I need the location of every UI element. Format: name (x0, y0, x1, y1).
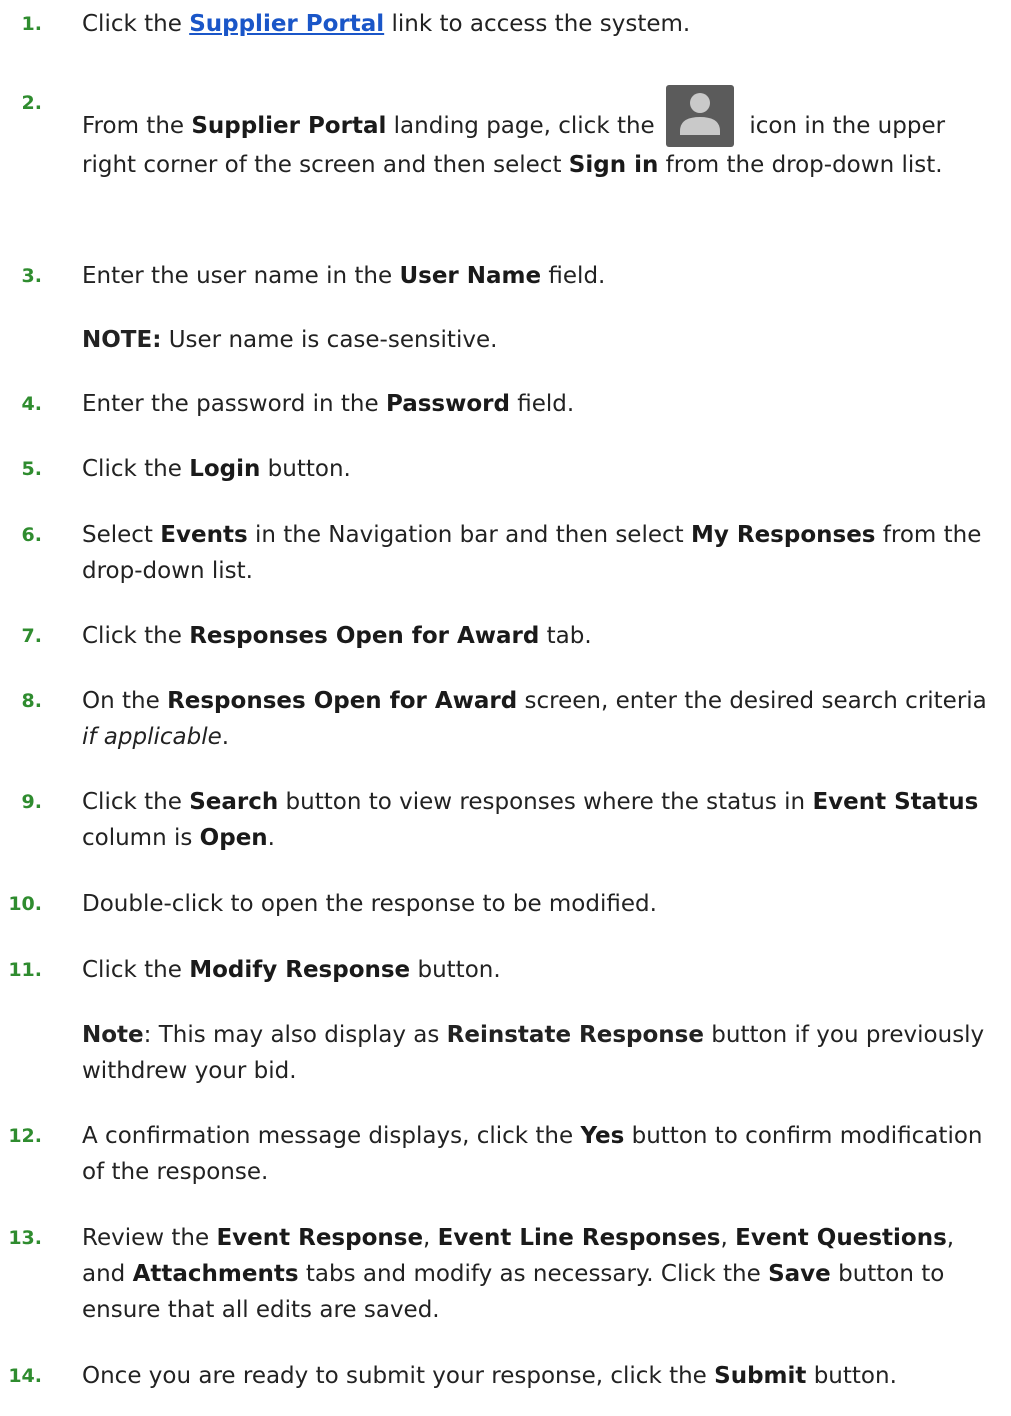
text-run: landing page, click the (386, 113, 663, 139)
bold-term: Search (189, 789, 279, 815)
step-text: Click the Modify Response button. (82, 952, 987, 988)
instruction-document: 1. Click the Supplier Portal link to acc… (0, 0, 1011, 1416)
text-run: Click the (82, 623, 190, 649)
text-run: Click the (82, 789, 190, 815)
bold-term: My Responses (690, 522, 876, 548)
text-run: Click the (82, 11, 190, 37)
step-text: Select Events in the Navigation bar and … (82, 517, 987, 589)
text-run: column is (82, 825, 200, 851)
step-number: 13. (8, 1227, 42, 1249)
bold-term: User Name (399, 263, 542, 289)
user-avatar-icon (666, 85, 735, 147)
note-label: Note (82, 1022, 144, 1048)
text-run: Enter the password in the (82, 391, 386, 417)
bold-term: Supplier Portal (191, 113, 387, 139)
text-run: Review the (82, 1225, 217, 1251)
step-text: Click the Supplier Portal link to access… (82, 6, 987, 42)
step-text: From the Supplier Portal landing page, c… (82, 85, 987, 183)
bold-term: Password (385, 391, 510, 417)
step-text: Double-click to open the response to be … (82, 886, 987, 922)
step-text: Click the Search button to view response… (82, 784, 987, 856)
bold-term: Reinstate Response (446, 1022, 704, 1048)
step-text: Click the Login button. (82, 451, 987, 487)
text-run: tabs and modify as necessary. Click the (298, 1261, 769, 1287)
text-run: field. (509, 391, 575, 417)
text-run: A confirmation message displays, click t… (82, 1123, 581, 1149)
bold-term: Login (189, 456, 261, 482)
bold-term: Save (768, 1261, 831, 1287)
text-run: Once you are ready to submit your respon… (82, 1363, 715, 1389)
text-run: button to view responses where the statu… (278, 789, 813, 815)
text-run: button. (260, 456, 351, 482)
bold-term: Submit (714, 1363, 807, 1389)
text-run: button. (410, 957, 501, 983)
step-number: 9. (21, 791, 42, 813)
bold-term: Yes (580, 1123, 625, 1149)
bold-term: Events (160, 522, 248, 548)
step-number: 12. (8, 1125, 42, 1147)
text-run: link to access the system. (384, 11, 691, 37)
text-run: in the Navigation bar and then select (247, 522, 691, 548)
step-number: 8. (21, 690, 42, 712)
step-text: A confirmation message displays, click t… (82, 1118, 987, 1190)
step-text: Review the Event Response, Event Line Re… (82, 1220, 987, 1328)
step-text: Once you are ready to submit your respon… (82, 1358, 987, 1394)
text-run: Double-click to open the response to be … (82, 891, 657, 917)
step-number: 1. (21, 13, 42, 35)
bold-term: Open (199, 825, 268, 851)
bold-term: Event Questions (735, 1225, 947, 1251)
bold-term: Sign in (568, 152, 659, 178)
bold-term: Attachments (132, 1261, 299, 1287)
text-run: field. (541, 263, 606, 289)
note-case-sensitive: NOTE: User name is case-sensitive. (82, 322, 987, 358)
note-text: User name is case-sensitive. (161, 327, 498, 353)
note-text: : This may also display as (143, 1022, 447, 1048)
text-run: button. (806, 1363, 897, 1389)
bold-term: Event Response (216, 1225, 424, 1251)
step-text: On the Responses Open for Award screen, … (82, 683, 987, 755)
text-run: Select (82, 522, 161, 548)
text-run: screen, enter the desired search criteri… (517, 688, 987, 714)
step-number: 14. (8, 1365, 42, 1387)
text-run: From the (82, 113, 192, 139)
bold-term: Modify Response (189, 957, 411, 983)
step-number: 2. (21, 92, 42, 114)
text-run: On the (82, 688, 168, 714)
step-number: 10. (8, 893, 42, 915)
bold-term: Event Line Responses (437, 1225, 721, 1251)
step-number: 11. (8, 959, 42, 981)
step-text: Enter the password in the Password field… (82, 386, 987, 422)
bold-term: Responses Open for Award (167, 688, 518, 714)
text-run: , (423, 1225, 438, 1251)
italic-term: if applicable (82, 724, 222, 750)
note-reinstate-response: Note: This may also display as Reinstate… (82, 1017, 987, 1089)
step-number: 5. (21, 458, 42, 480)
text-run: Click the (82, 957, 190, 983)
text-run: Enter the user name in the (82, 263, 400, 289)
step-text: Click the Responses Open for Award tab. (82, 618, 987, 654)
text-run: Click the (82, 456, 190, 482)
step-number: 3. (21, 265, 42, 287)
step-number: 6. (21, 524, 42, 546)
text-run: , (720, 1225, 736, 1251)
text-run: . (221, 724, 230, 750)
note-label: NOTE: (82, 327, 162, 353)
step-number: 7. (21, 625, 42, 647)
bold-term: Responses Open for Award (189, 623, 540, 649)
text-run: . (267, 825, 275, 851)
step-text: Enter the user name in the User Name fie… (82, 258, 987, 294)
supplier-portal-link[interactable]: Supplier Portal (189, 11, 384, 37)
text-run: from the drop-down list. (658, 152, 943, 178)
text-run: tab. (539, 623, 592, 649)
bold-term: Event Status (812, 789, 979, 815)
step-number: 4. (21, 393, 42, 415)
